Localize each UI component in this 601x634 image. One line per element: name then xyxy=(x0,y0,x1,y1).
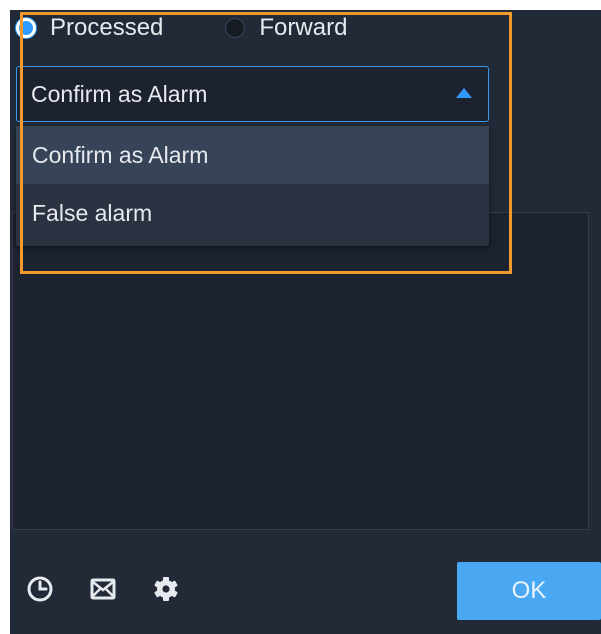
radio-processed[interactable]: Processed xyxy=(16,14,163,42)
alarm-type-dropdown: Confirm as Alarm False alarm xyxy=(16,126,489,246)
radio-checked-indicator[interactable] xyxy=(16,18,36,38)
panel-footer: OK xyxy=(10,545,601,634)
radio-forward-label: Forward xyxy=(259,14,348,41)
radio-unchecked-indicator[interactable] xyxy=(225,18,246,38)
process-mode-radio-group: Processed Forward xyxy=(16,14,347,42)
radio-processed-label: Processed xyxy=(50,14,164,41)
ok-button[interactable]: OK xyxy=(457,562,601,620)
option-confirm-as-alarm[interactable]: Confirm as Alarm xyxy=(16,126,489,184)
gear-icon[interactable] xyxy=(152,575,180,603)
remark-textarea[interactable] xyxy=(12,212,589,530)
radio-forward[interactable]: Forward xyxy=(225,14,347,42)
alarm-type-select[interactable]: Confirm as Alarm xyxy=(16,66,489,122)
option-false-alarm[interactable]: False alarm xyxy=(16,184,489,242)
mail-icon[interactable] xyxy=(89,575,117,603)
select-value: Confirm as Alarm xyxy=(31,80,208,107)
clock-icon[interactable] xyxy=(26,575,54,603)
caret-up-icon[interactable] xyxy=(456,88,472,98)
